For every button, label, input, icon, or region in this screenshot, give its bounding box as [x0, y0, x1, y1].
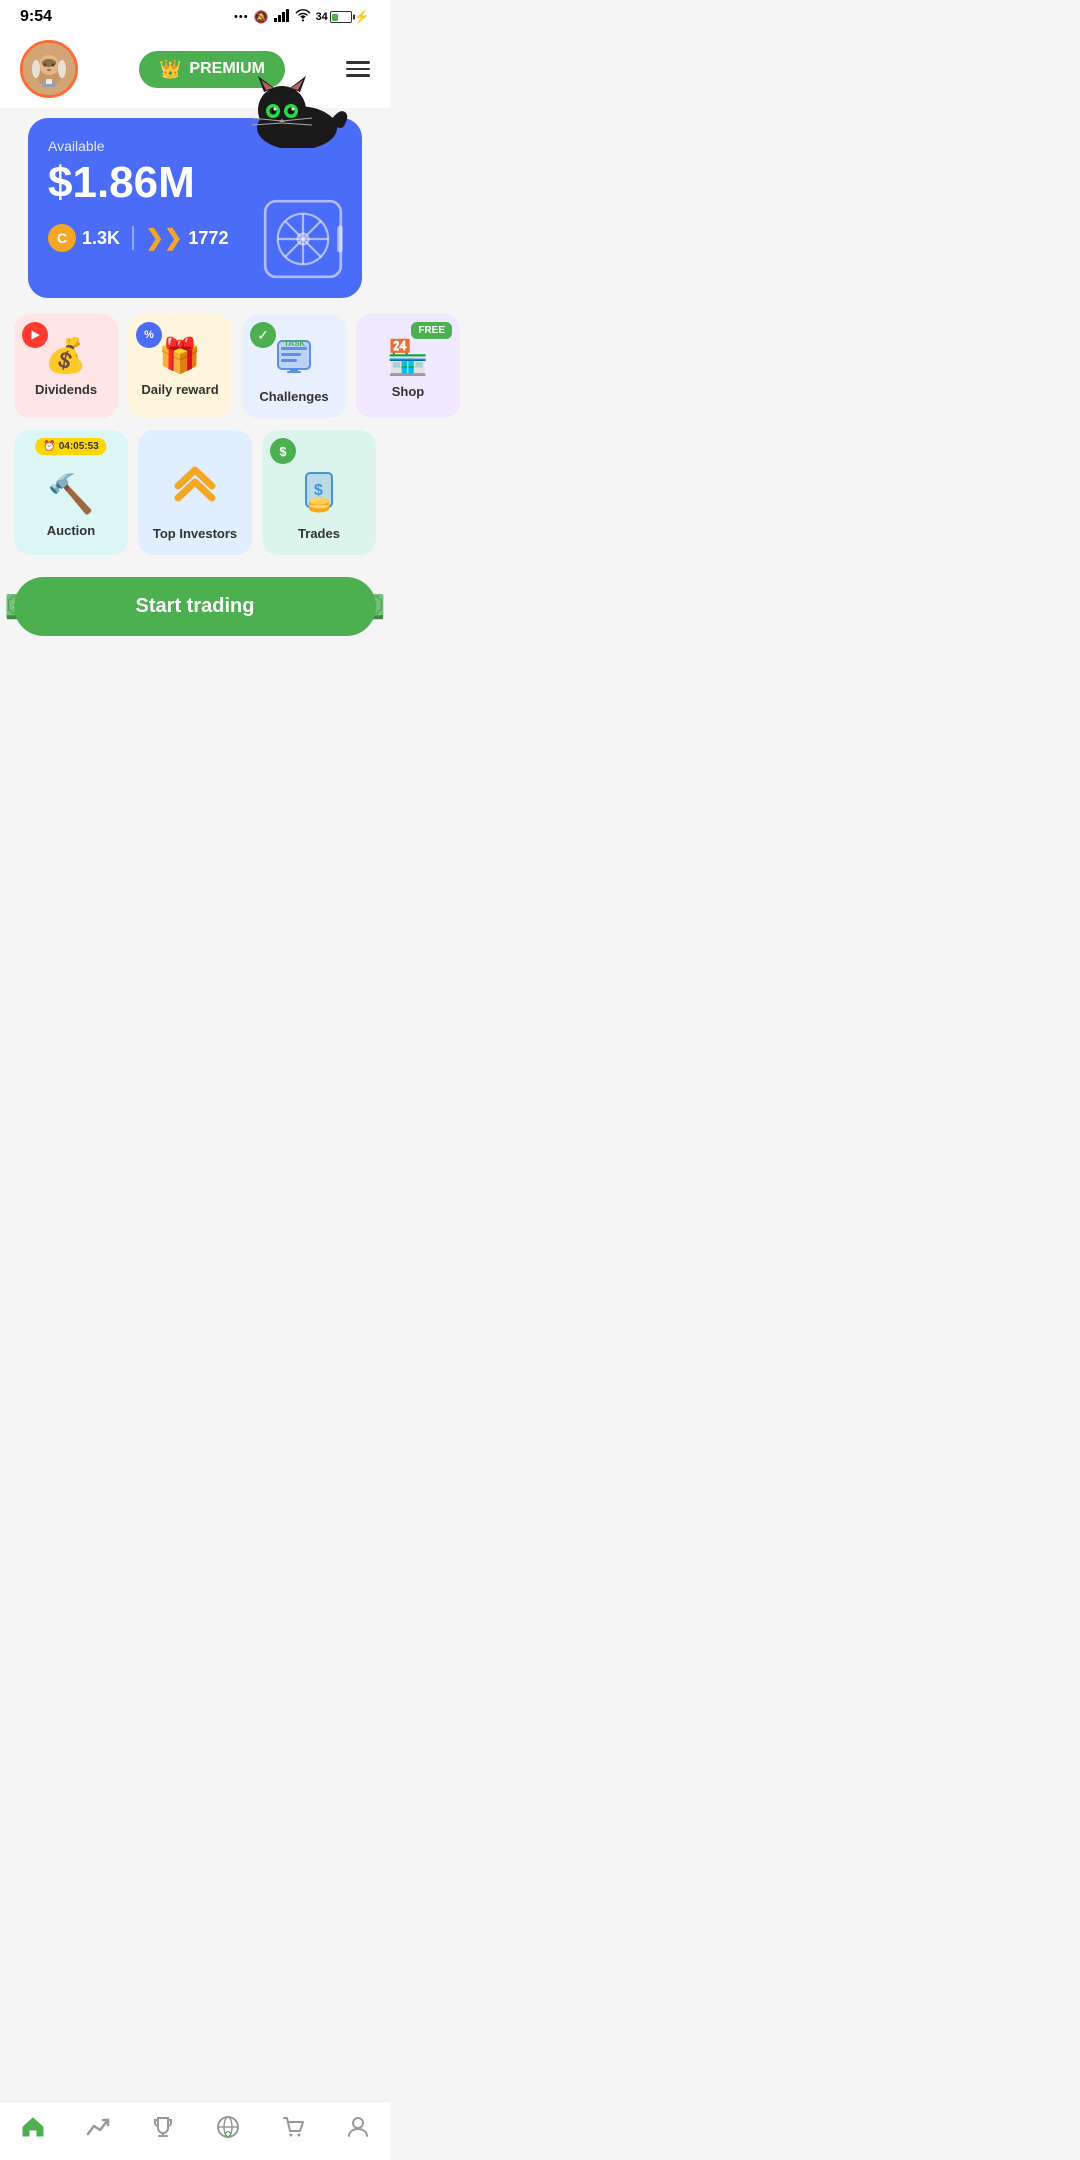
trophy-icon [150, 2114, 176, 2140]
daily-reward-card[interactable]: % 🎁 Daily reward [128, 314, 232, 418]
battery-percent: 34 [316, 11, 328, 23]
crown-icon: 👑 [159, 59, 181, 80]
coin-icon: C [48, 224, 76, 252]
globe-icon [215, 2114, 241, 2140]
profile-icon [345, 2114, 371, 2140]
check-badge: ✓ [250, 322, 276, 348]
trades-card[interactable]: $ $ Trades [262, 430, 376, 555]
signal-icon [274, 9, 290, 25]
trades-icon: $ [294, 465, 344, 520]
dividends-card[interactable]: 💰 Dividends [14, 314, 118, 418]
coins-value: 1.3K [82, 228, 120, 249]
shop-card[interactable]: FREE 🏪 Shop [356, 314, 460, 418]
grid-3: ⏰ 04:05:53 🔨 Auction Top Investors $ [14, 430, 376, 555]
start-trading-section: 💵 Start trading 💵 [0, 561, 390, 652]
auction-label: Auction [47, 523, 95, 538]
avatar[interactable] [20, 40, 78, 98]
dividends-label: Dividends [35, 382, 97, 397]
cat-decoration [232, 68, 352, 158]
money-bg: 💵 Start trading 💵 [14, 577, 376, 636]
auction-icon: 🔨 [47, 473, 94, 517]
auction-card[interactable]: ⏰ 04:05:53 🔨 Auction [14, 430, 128, 555]
avatar-image [23, 43, 75, 95]
top-investors-card[interactable]: Top Investors [138, 430, 252, 555]
free-badge: FREE [411, 322, 452, 339]
safe-icon [258, 194, 348, 284]
shop-icon: 🏪 [387, 338, 429, 378]
svg-text:$: $ [314, 482, 323, 499]
arrows-value: 1772 [188, 228, 228, 249]
features-grid-1: 💰 Dividends % 🎁 Daily reward ✓ [0, 308, 390, 424]
challenges-icon: TASK [273, 333, 315, 383]
cart-icon [280, 2114, 306, 2140]
dividends-icon: 💰 [45, 336, 87, 376]
hero-banner: Available $1.86M C 1.3K ❯❯ 1772 [28, 118, 362, 298]
dollar-badge: $ [270, 438, 296, 464]
challenges-card[interactable]: ✓ TASK Challenges [242, 314, 346, 418]
daily-reward-icon: 🎁 [159, 336, 201, 376]
status-icons: ••• 🔕 34 ⚡ [234, 9, 370, 25]
clock-icon: ⏰ [43, 441, 55, 452]
shop-label: Shop [392, 384, 425, 399]
timer-value: 04:05:53 [59, 441, 99, 452]
percent-badge: % [136, 322, 162, 348]
home-icon [20, 2114, 46, 2140]
grid-4: 💰 Dividends % 🎁 Daily reward ✓ [14, 314, 376, 418]
nav-cart[interactable] [280, 2114, 306, 2140]
mute-icon: 🔕 [254, 10, 269, 24]
features-grid-2: ⏰ 04:05:53 🔨 Auction Top Investors $ [0, 424, 390, 561]
timer-badge: ⏰ 04:05:53 [35, 438, 106, 455]
start-trading-button[interactable]: Start trading [14, 577, 376, 636]
svg-text:TASK: TASK [284, 339, 305, 348]
top-investors-label: Top Investors [153, 526, 237, 541]
battery-indicator: 34 ⚡ [316, 9, 370, 25]
arrows-stat: ❯❯ 1772 [146, 225, 229, 251]
dots-icon: ••• [234, 11, 249, 23]
nav-globe[interactable] [215, 2114, 241, 2140]
status-bar: 9:54 ••• 🔕 34 ⚡ [0, 0, 390, 30]
coins-stat: C 1.3K [48, 224, 120, 252]
nav-profile[interactable] [345, 2114, 371, 2140]
top-investors-icon [168, 460, 222, 520]
wifi-icon [295, 9, 311, 25]
nav-chart[interactable] [85, 2114, 111, 2140]
daily-reward-label: Daily reward [141, 382, 218, 397]
nav-trophy[interactable] [150, 2114, 176, 2140]
chart-icon [85, 2114, 111, 2140]
arrows-icon: ❯❯ [146, 225, 183, 251]
status-time: 9:54 [20, 8, 52, 26]
bottom-nav [0, 2101, 390, 2160]
trades-label: Trades [298, 526, 340, 541]
challenges-label: Challenges [259, 389, 328, 404]
bolt-icon: ⚡ [354, 9, 370, 25]
play-badge [22, 322, 48, 348]
nav-home[interactable] [20, 2114, 46, 2140]
